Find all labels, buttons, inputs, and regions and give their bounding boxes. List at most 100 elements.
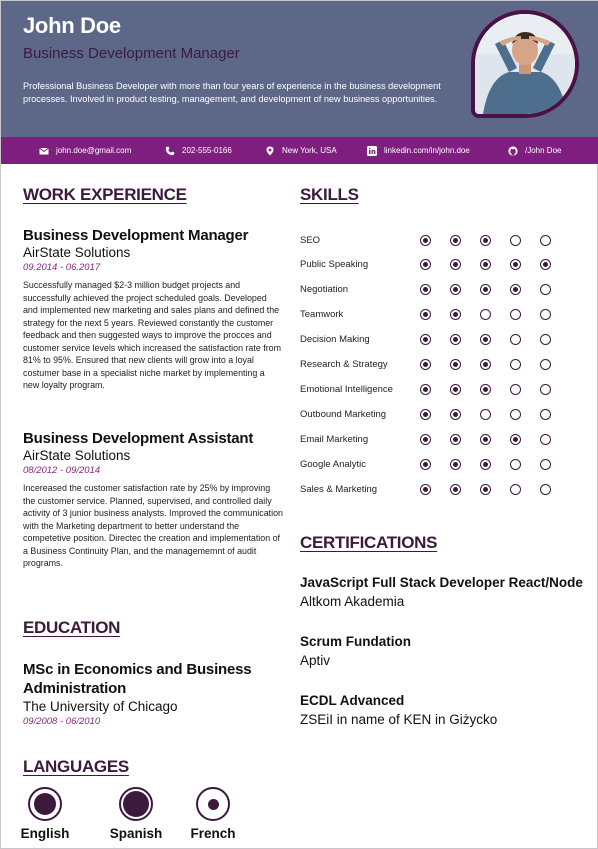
rating-dot-empty <box>540 483 551 495</box>
rating-dot-filled <box>420 284 431 296</box>
email-icon <box>39 146 49 156</box>
work-entry: Business Development Manager AirState So… <box>23 227 283 392</box>
school-name: The University of Chicago <box>23 699 178 714</box>
skill-rating <box>420 408 570 420</box>
profile-photo <box>471 10 579 118</box>
rating-dot-filled <box>450 234 461 246</box>
skills-heading: SKILLS <box>300 185 359 204</box>
skill-label: Sales & Marketing <box>300 483 378 495</box>
skill-rating <box>420 259 570 271</box>
contact-github[interactable]: /John Doe <box>508 137 561 164</box>
rating-dot-filled <box>450 259 461 271</box>
language-item: French <box>173 787 253 841</box>
rating-dot-filled <box>480 334 491 346</box>
rating-dot-filled <box>480 483 491 495</box>
certification-name: JavaScript Full Stack Developer React/No… <box>300 575 583 590</box>
person-photo-icon <box>475 14 575 114</box>
rating-dot-empty <box>540 359 551 370</box>
job-description: Successfully managed $2-3 million budget… <box>23 280 281 390</box>
skill-label: Outbound Marketing <box>300 408 387 420</box>
rating-dot-empty <box>510 309 521 321</box>
language-proficiency-icon <box>28 787 62 821</box>
skill-row: Teamwork <box>300 308 570 322</box>
resume-header: John Doe Business Development Manager Pr… <box>1 1 598 137</box>
rating-dot-filled <box>420 383 431 395</box>
education-heading: EDUCATION <box>23 618 121 637</box>
certification-entry: JavaScript Full Stack Developer React/No… <box>300 575 590 609</box>
certification-issuer: ZSEiI in name of KEN in Giżycko <box>300 712 498 727</box>
certification-name: ECDL Advanced <box>300 693 405 708</box>
job-dates: 08/2012 - 09/2014 <box>23 465 101 476</box>
certification-name: Scrum Fundation <box>300 634 411 649</box>
job-company: AirState Solutions <box>23 448 131 463</box>
work-experience-heading: WORK EXPERIENCE <box>23 185 187 204</box>
rating-dot-empty <box>540 284 551 296</box>
github-icon <box>508 145 518 156</box>
rating-dot-empty <box>540 334 551 346</box>
skill-rating <box>420 309 570 321</box>
language-item: Spanish <box>96 787 176 841</box>
contact-email[interactable]: john.doe@gmail.com <box>39 137 131 164</box>
job-dates: 09.2014 - 06.2017 <box>23 262 101 273</box>
rating-dot-filled <box>510 284 521 296</box>
skill-label: Email Marketing <box>300 433 369 445</box>
degree-name: MSc in Economics and Business Administra… <box>23 661 252 697</box>
github-text: /John Doe <box>525 146 562 155</box>
language-item: English <box>5 787 85 841</box>
rating-dot-filled <box>480 383 491 395</box>
education-entry: MSc in Economics and Business Administra… <box>23 660 283 727</box>
contact-linkedin[interactable]: linkedin.com/in/john.doe <box>367 137 470 164</box>
skill-label: SEO <box>300 234 321 246</box>
rating-dot-filled <box>420 408 431 420</box>
skill-row: Email Marketing <box>300 432 570 446</box>
rating-dot-filled <box>540 259 551 271</box>
language-proficiency-icon <box>196 787 230 821</box>
linkedin-text: linkedin.com/in/john.doe <box>384 146 470 155</box>
certification-entry: ECDL Advanced ZSEiI in name of KEN in Gi… <box>300 693 590 727</box>
certification-issuer: Altkom Akademia <box>300 594 405 609</box>
contact-phone[interactable]: 202-555-0166 <box>165 137 232 164</box>
rating-dot-filled <box>480 259 491 271</box>
rating-dot-empty <box>540 309 551 321</box>
rating-dot-filled <box>420 234 431 246</box>
rating-dot-filled <box>450 458 461 470</box>
education-dates: 09/2008 - 06/2010 <box>23 716 101 727</box>
candidate-title: Business Development Manager <box>23 45 240 62</box>
skill-row: Google Analytic <box>300 457 570 471</box>
rating-dot-filled <box>420 309 431 321</box>
rating-dot-filled <box>510 259 521 271</box>
skill-row: Decision Making <box>300 333 570 347</box>
rating-dot-filled <box>420 483 431 495</box>
rating-dot-empty <box>510 458 521 470</box>
job-description: Incereased the customer satisfaction rat… <box>23 483 283 568</box>
rating-dot-empty <box>510 383 521 395</box>
language-name: French <box>190 826 236 841</box>
skill-row: Sales & Marketing <box>300 482 570 496</box>
rating-dot-filled <box>420 334 431 346</box>
skill-rating <box>420 359 570 370</box>
skill-rating <box>420 284 570 296</box>
skill-label: Negotiation <box>300 284 349 296</box>
rating-dot-empty <box>510 359 521 370</box>
skill-label: Emotional Intelligence <box>300 383 393 395</box>
rating-dot-filled <box>420 259 431 271</box>
rating-dot-filled <box>480 284 491 296</box>
rating-dot-filled <box>450 359 461 370</box>
contact-location: New York, USA <box>265 137 337 164</box>
rating-dot-empty <box>540 458 551 470</box>
job-title: Business Development Assistant <box>23 430 254 447</box>
rating-dot-filled <box>480 359 491 370</box>
skill-rating <box>420 334 570 346</box>
phone-text: 202-555-0166 <box>182 146 232 155</box>
language-name: Spanish <box>109 826 163 841</box>
job-company: AirState Solutions <box>23 245 131 260</box>
location-text: New York, USA <box>282 146 337 155</box>
candidate-name: John Doe <box>23 13 121 38</box>
skill-label: Google Analytic <box>300 458 367 470</box>
rating-dot-filled <box>420 458 431 470</box>
rating-dot-empty <box>540 433 551 445</box>
rating-dot-empty <box>480 309 491 321</box>
rating-dot-filled <box>420 433 431 445</box>
rating-dot-empty <box>510 483 521 495</box>
rating-dot-empty <box>540 408 551 420</box>
